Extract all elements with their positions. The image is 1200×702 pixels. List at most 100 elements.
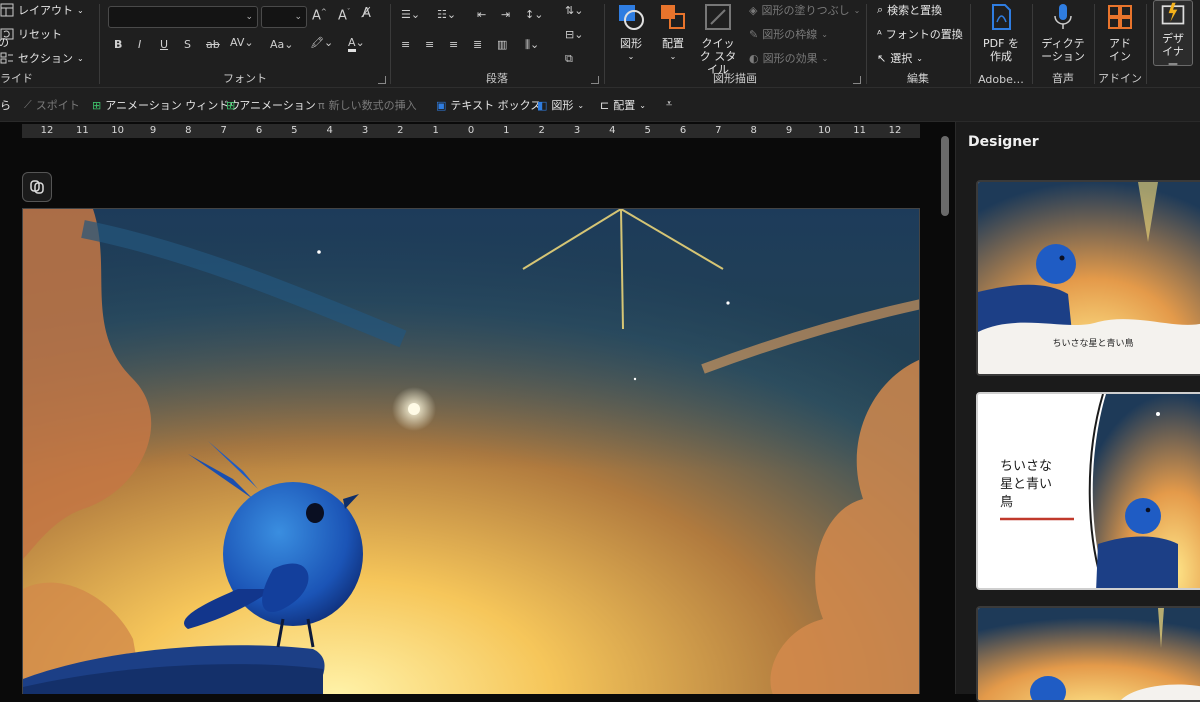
- shape-outline-button[interactable]: ✎ 図形の枠線 ⌄: [749, 26, 828, 42]
- ruler-tick-label: 6: [255, 125, 263, 136]
- ruler-tick-label: 5: [291, 125, 298, 136]
- layout-button[interactable]: レイアウト ⌄: [0, 2, 84, 18]
- ruler-tick-label: 5: [644, 125, 651, 136]
- slides-group: レイアウト ⌄ リセット セクション ⌄ の ライド: [0, 0, 98, 88]
- animation-window-button[interactable]: ⊞ アニメーション ウィンドウ: [92, 97, 240, 113]
- ruler-tick-label: 12: [40, 125, 54, 136]
- toolbar-item-fragment[interactable]: ら: [0, 97, 11, 113]
- increase-font-icon[interactable]: A^: [312, 8, 327, 23]
- smartart-icon[interactable]: ⧉: [565, 52, 573, 66]
- align-center-icon[interactable]: ≡: [425, 38, 434, 51]
- design-idea-2-title-line2: 星と青い: [1000, 477, 1052, 492]
- addins-button[interactable]: アドイン: [1101, 2, 1139, 63]
- align-left-icon[interactable]: ≡: [401, 38, 410, 51]
- find-replace-button[interactable]: ⌕ 検索と置換: [877, 2, 942, 18]
- line-spacing-icon[interactable]: ↕⌄: [525, 8, 543, 21]
- clear-format-icon[interactable]: A̸: [362, 6, 371, 21]
- create-pdf-button[interactable]: PDF を作成: [977, 2, 1025, 63]
- distributed-icon[interactable]: ▥: [497, 38, 507, 51]
- shape-fill-button[interactable]: ◈ 図形の塗りつぶし ⌄: [749, 2, 860, 18]
- ruler-tick-label: 2: [538, 125, 545, 136]
- chevron-down-icon: ⌄: [77, 5, 84, 15]
- underline-icon[interactable]: U: [160, 38, 168, 51]
- copilot-button[interactable]: [22, 172, 52, 202]
- horizontal-ruler[interactable]: 12 11 10 9 8 7 6 5 4 3 2 1 0 1 2 3 4 5 6 7 8 9 10 11 12: [22, 124, 920, 138]
- decrease-font-icon[interactable]: Aˇ: [338, 8, 350, 23]
- designer-icon: [1161, 2, 1185, 25]
- designer-button[interactable]: デザイナー: [1153, 0, 1193, 71]
- font-group-label: フォント: [223, 72, 267, 85]
- animation-button[interactable]: ⊞ アニメーション: [226, 97, 316, 113]
- arrange-button[interactable]: 配置 ⌄: [655, 2, 691, 63]
- microphone-icon: [1054, 4, 1072, 29]
- dictate-button[interactable]: ディクテーション: [1035, 2, 1091, 63]
- drawing-dialog-launcher-icon[interactable]: [853, 76, 861, 84]
- design-idea-2[interactable]: ちいさな 星と青い 鳥: [976, 392, 1200, 590]
- paragraph-dialog-launcher-icon[interactable]: [591, 76, 599, 84]
- section-icon: [0, 52, 13, 64]
- increase-indent-icon[interactable]: ⇥: [501, 8, 510, 21]
- decrease-indent-icon[interactable]: ⇤: [477, 8, 486, 21]
- chevron-down-icon: ⌄: [853, 5, 861, 15]
- numbering-icon[interactable]: ☷⌄: [437, 8, 456, 21]
- ruler-tick-label: 7: [715, 125, 722, 136]
- design-idea-1[interactable]: ちいさな星と青い鳥: [976, 180, 1200, 376]
- strikethrough-icon[interactable]: ab: [206, 38, 220, 51]
- font-dialog-launcher-icon[interactable]: [378, 76, 386, 84]
- shape-effect-button[interactable]: ◐ 図形の効果 ⌄: [749, 50, 828, 66]
- align-right-icon[interactable]: ≡: [449, 38, 458, 51]
- new-slide-fragment[interactable]: の: [0, 34, 9, 50]
- vertical-scrollbar[interactable]: [941, 136, 949, 216]
- shapes-button[interactable]: 図形 ⌄: [613, 2, 649, 63]
- shape-button[interactable]: ◧ 図形 ⌄: [537, 97, 584, 113]
- chevron-down-icon: ⌄: [77, 53, 84, 63]
- insert-equation-button[interactable]: π 新しい数式の挿入: [318, 97, 417, 113]
- arrange-button-qat[interactable]: ⊏ 配置 ⌄: [600, 97, 646, 113]
- chevron-down-icon: ⌄: [245, 12, 253, 22]
- font-size-field[interactable]: ⌄: [261, 6, 307, 28]
- align-text-icon[interactable]: ⊟⌄: [565, 28, 583, 41]
- ruler-tick-label: 9: [149, 125, 157, 136]
- text-direction-icon[interactable]: ⇅⌄: [565, 4, 583, 17]
- bold-icon[interactable]: B: [114, 38, 122, 51]
- columns-icon[interactable]: ⫼⌄: [525, 38, 539, 52]
- replace-icon: ᴬ: [877, 27, 882, 41]
- bullets-icon[interactable]: ☰⌄: [401, 8, 420, 21]
- design-idea-2-title-line3: 鳥: [1000, 495, 1013, 510]
- addins-icon: [1108, 5, 1132, 29]
- textbox-button[interactable]: ▣ テキスト ボックス: [436, 97, 541, 113]
- slide-canvas[interactable]: [22, 208, 920, 694]
- slides-group-label: ライド: [0, 72, 33, 85]
- ribbon: レイアウト ⌄ リセット セクション ⌄ の ライド ⌄ ⌄ A^ Aˇ A̸ …: [0, 0, 1200, 88]
- layout-icon: [0, 3, 14, 17]
- select-button[interactable]: ↖ 選択 ⌄: [877, 50, 923, 66]
- voice-group-label: 音声: [1052, 72, 1074, 85]
- drawing-group-label: 図形描画: [713, 72, 757, 85]
- search-icon: ⌕: [877, 3, 884, 16]
- section-button[interactable]: セクション ⌄: [0, 50, 84, 66]
- chevron-down-icon: ⌄: [821, 53, 829, 63]
- customize-toolbar-button[interactable]: ⩡: [666, 97, 672, 111]
- reset-label: リセット: [18, 28, 62, 41]
- animation-icon: ⊞: [226, 98, 236, 112]
- font-name-field[interactable]: ⌄: [108, 6, 258, 28]
- overflow-icon: ⩡: [666, 97, 673, 110]
- design-idea-3[interactable]: [976, 606, 1200, 702]
- highlight-icon[interactable]: 🖍⌄: [310, 36, 333, 49]
- eyedropper-button[interactable]: ⟋ スポイト: [24, 97, 80, 113]
- justify-icon[interactable]: ≣: [473, 38, 482, 51]
- char-spacing-icon[interactable]: AV⌄: [230, 36, 254, 49]
- cursor-icon: ↖: [877, 51, 887, 65]
- equation-icon: π: [318, 98, 325, 112]
- change-case-icon[interactable]: Aa⌄: [270, 38, 293, 51]
- design-idea-1-caption: ちいさな星と青い鳥: [1052, 337, 1133, 349]
- italic-icon[interactable]: I: [138, 38, 141, 51]
- font-color-icon[interactable]: A⌄: [348, 36, 365, 52]
- paragraph-group-label: 段落: [486, 72, 508, 85]
- animation-window-icon: ⊞: [92, 98, 102, 112]
- reset-button[interactable]: リセット: [0, 26, 62, 42]
- pdf-icon: [992, 4, 1011, 30]
- shadow-icon[interactable]: S: [184, 38, 191, 51]
- quick-style-button[interactable]: クイック スタイル: [697, 2, 739, 76]
- replace-fonts-button[interactable]: ᴬ フォントの置換: [877, 26, 963, 42]
